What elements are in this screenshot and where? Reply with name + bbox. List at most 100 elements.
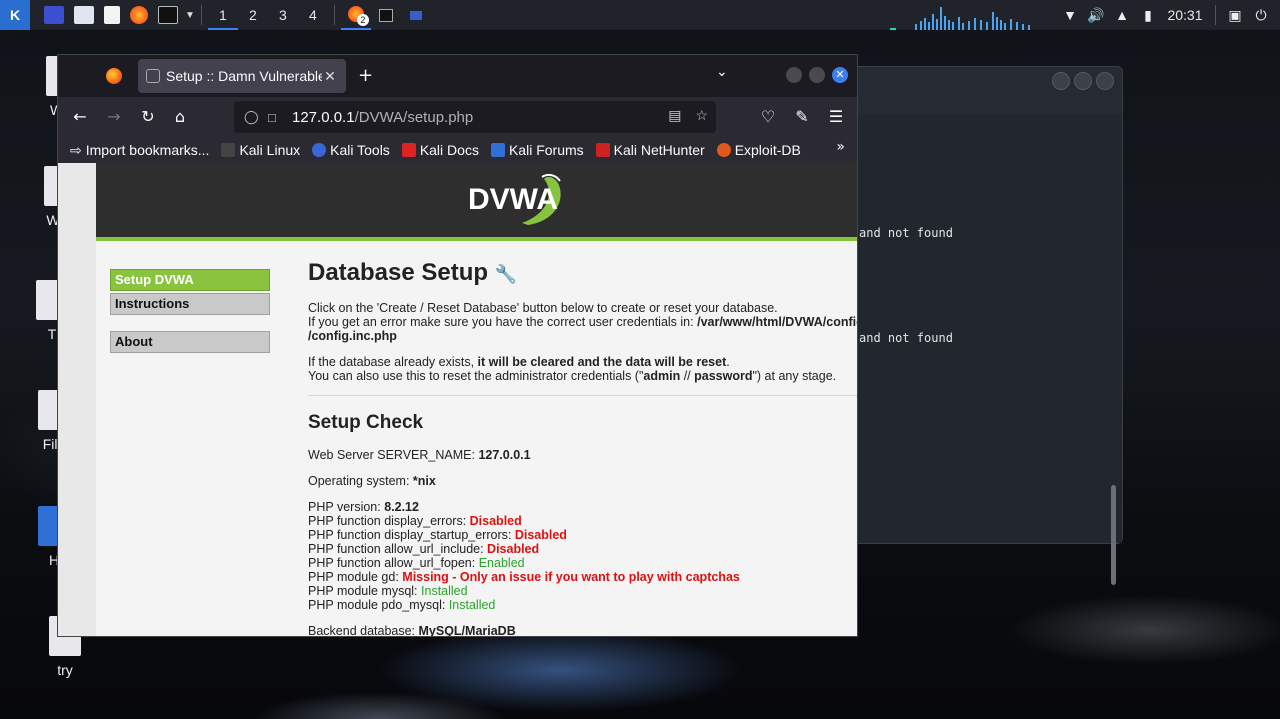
kali-docs-icon xyxy=(401,143,416,157)
firefox-window: Setup :: Damn Vulnerable ✕ + ⌄ ✕ ← → ↻ ⌂… xyxy=(57,54,858,637)
bookmark-exploit-db[interactable]: Exploit-DB xyxy=(716,142,801,158)
text: // xyxy=(680,369,695,383)
check-label: PHP function display_startup_errors: xyxy=(308,528,515,542)
check-row: PHP module gd: Missing - Only an issue i… xyxy=(308,570,857,584)
close-button[interactable]: ✕ xyxy=(832,67,848,83)
password: password xyxy=(694,369,753,383)
url-bar[interactable]: ◯ □ 127.0.0.1/DVWA/setup.php ▤ ☆ xyxy=(234,101,716,133)
back-icon[interactable]: ← xyxy=(68,105,92,129)
volume-icon[interactable]: 🔊 xyxy=(1083,7,1109,24)
firefox-icon[interactable] xyxy=(130,6,148,24)
file-manager-icon[interactable] xyxy=(74,6,94,24)
taskbar-terminal[interactable] xyxy=(371,0,401,30)
minimize-button[interactable] xyxy=(786,67,802,83)
menu-item-about[interactable]: About xyxy=(110,331,270,353)
text: ") at any stage. xyxy=(752,369,837,383)
workspace-1[interactable]: 1 xyxy=(207,0,238,30)
new-tab-button[interactable]: + xyxy=(358,65,373,86)
more-bookmarks-icon[interactable]: » xyxy=(836,139,845,155)
bookmark-label: Kali Tools xyxy=(330,142,390,158)
extensions-icon[interactable]: ✎ xyxy=(790,105,814,129)
bookmark-label: Kali Forums xyxy=(508,142,584,158)
bookmark-kali-linux[interactable]: Kali Linux xyxy=(221,142,300,158)
menu-item-instructions[interactable]: Instructions xyxy=(110,293,270,315)
terminal-line: and not found xyxy=(859,226,953,240)
page-info-icon[interactable]: □ xyxy=(268,110,286,125)
dvwa-menu: Setup DVWA Instructions About xyxy=(110,269,270,355)
divider xyxy=(308,395,857,396)
clock[interactable]: 20:31 xyxy=(1161,7,1209,23)
terminal-titlebar xyxy=(849,67,1122,95)
terminal-line: and not found xyxy=(859,331,953,345)
maximize-button[interactable] xyxy=(809,67,825,83)
bookmark-label: Exploit-DB xyxy=(734,142,801,158)
intro-text: Click on the 'Create / Reset Database' b… xyxy=(308,301,857,343)
notifications-icon[interactable]: ▲ xyxy=(1109,7,1135,23)
bookmark-star-icon[interactable]: ☆ xyxy=(695,107,708,124)
workspace-2[interactable]: 2 xyxy=(238,0,268,30)
bookmark-kali-forums[interactable]: Kali Forums xyxy=(490,142,584,158)
reset-line: If the database already exists, it will … xyxy=(308,355,857,369)
check-status: Missing - Only an issue if you want to p… xyxy=(402,570,740,584)
kali-tools-icon xyxy=(312,143,327,157)
check-row: PHP module pdo_mysql: Installed xyxy=(308,598,857,612)
chevron-down-icon[interactable]: ▼ xyxy=(185,10,195,21)
terminal-window[interactable]: and not found and not found xyxy=(848,66,1123,585)
show-desktop-icon[interactable] xyxy=(44,6,64,24)
wifi-icon[interactable]: ▼ xyxy=(1057,7,1083,23)
check-label: PHP function allow_url_fopen: xyxy=(308,556,479,570)
firefox-view-icon[interactable] xyxy=(106,68,122,84)
pocket-icon[interactable]: ♡ xyxy=(756,105,780,129)
bookmark-kali-nethunter[interactable]: Kali NetHunter xyxy=(595,142,705,158)
maximize-button[interactable] xyxy=(1074,72,1092,90)
check-row: PHP function display_startup_errors: Dis… xyxy=(308,528,857,542)
workspace-4[interactable]: 4 xyxy=(298,0,328,30)
username: admin xyxy=(643,369,681,383)
kali-icon xyxy=(221,143,236,157)
text-editor-icon[interactable] xyxy=(104,6,120,24)
shield-icon[interactable]: ◯ xyxy=(244,109,262,125)
check-php: PHP version: 8.2.12 PHP function display… xyxy=(308,500,857,612)
bookmark-kali-tools[interactable]: Kali Tools xyxy=(312,142,390,158)
page-title: Database Setup 🔧 xyxy=(308,259,857,287)
battery-icon[interactable]: ▮ xyxy=(1135,7,1161,24)
terminal-icon[interactable] xyxy=(158,6,178,24)
check-label: PHP function allow_url_include: xyxy=(308,542,488,556)
bookmark-import[interactable]: ⇨ Import bookmarks... xyxy=(70,142,209,159)
scrollbar[interactable] xyxy=(1111,485,1116,585)
kali-menu-icon[interactable]: K xyxy=(0,0,30,30)
close-icon[interactable]: ✕ xyxy=(322,68,338,85)
close-button[interactable] xyxy=(1096,72,1114,90)
lock-icon[interactable]: ▣ xyxy=(1222,7,1248,24)
page-viewport[interactable]: DVWA Setup DVWA Instructions About Datab… xyxy=(58,163,857,637)
check-value: MySQL/MariaDB xyxy=(418,624,516,637)
bookmark-kali-docs[interactable]: Kali Docs xyxy=(401,142,479,158)
check-row: PHP function allow_url_fopen: Enabled xyxy=(308,556,857,570)
home-icon[interactable]: ⌂ xyxy=(168,105,192,129)
reader-view-icon[interactable]: ▤ xyxy=(668,107,681,124)
terminal-output[interactable]: and not found and not found xyxy=(849,115,1122,585)
network-activity-graph xyxy=(890,7,1030,30)
wrench-icon: 🔧 xyxy=(494,264,518,284)
minimize-button[interactable] xyxy=(1052,72,1070,90)
taskbar-window[interactable] xyxy=(401,0,431,30)
taskbar-firefox[interactable]: 2 xyxy=(340,0,371,30)
tab-active[interactable]: Setup :: Damn Vulnerable ✕ xyxy=(138,59,346,93)
text: . xyxy=(726,355,730,369)
menu-item-setup-dvwa[interactable]: Setup DVWA xyxy=(110,269,270,291)
window-icon xyxy=(409,10,422,20)
dvwa-main: Database Setup 🔧 Click on the 'Create / … xyxy=(308,259,857,637)
url-host: 127.0.0.1 xyxy=(292,108,355,126)
chevron-down-icon[interactable]: ⌄ xyxy=(716,64,728,80)
terminal-icon xyxy=(378,8,393,22)
forward-icon[interactable]: → xyxy=(102,105,126,129)
bookmarks-bar: ⇨ Import bookmarks... Kali Linux Kali Too… xyxy=(58,137,857,163)
workspace-3[interactable]: 3 xyxy=(268,0,298,30)
power-icon[interactable]: ⏻ xyxy=(1248,7,1274,24)
text: You can also use this to reset the admin… xyxy=(308,369,644,383)
reload-icon[interactable]: ↻ xyxy=(136,105,160,129)
menu-icon[interactable]: ☰ xyxy=(824,105,848,129)
dvwa-logo[interactable]: DVWA xyxy=(468,183,558,217)
nav-bar: ← → ↻ ⌂ ◯ □ 127.0.0.1/DVWA/setup.php ▤ ☆… xyxy=(58,97,857,137)
tab-favicon-icon xyxy=(146,69,160,83)
